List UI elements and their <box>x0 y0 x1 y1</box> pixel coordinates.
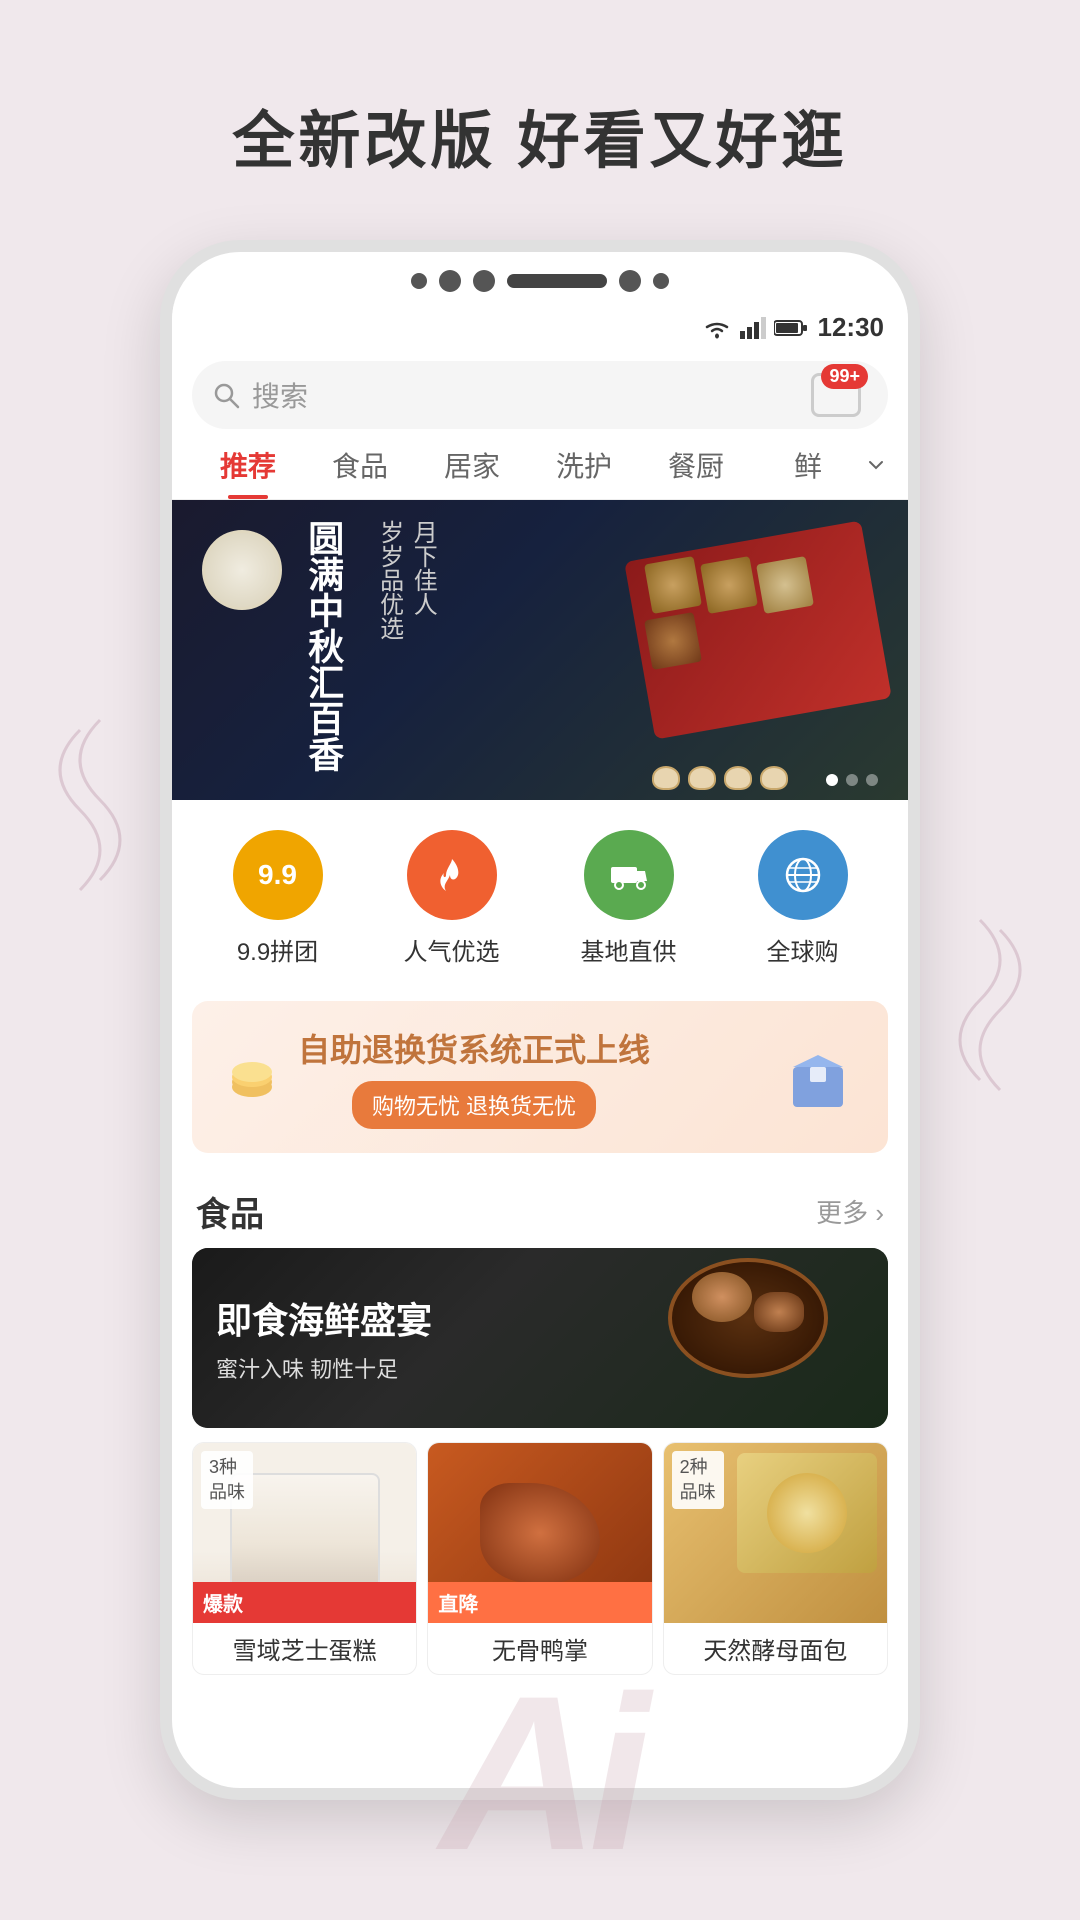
promo-main-text: 自助退换货系统正式上线 <box>298 1025 650 1071</box>
quick-label-global: 全球购 <box>767 932 839 967</box>
quick-icon-99: 9.9 <box>233 830 323 920</box>
box-icon <box>778 1037 858 1117</box>
quick-label-direct: 基地直供 <box>581 932 677 967</box>
product-name-duck: 无骨鸭掌 <box>428 1623 651 1674</box>
status-icons <box>702 317 808 339</box>
quick-item-global[interactable]: 全球购 <box>758 830 848 967</box>
nav-tabs: 推荐 食品 居家 洗护 餐厨 鲜 <box>172 429 908 500</box>
tab-wash[interactable]: 洗护 <box>528 445 640 499</box>
coins-icon <box>222 1047 282 1107</box>
seafood-bowl <box>648 1258 848 1418</box>
dot2 <box>439 270 461 292</box>
product-badge-hot: 爆款 <box>193 1582 416 1623</box>
banner-moon <box>202 530 282 610</box>
phone-screen: 12:30 搜索 99+ 推荐 食品 居家 洗护 餐厨 鲜 <box>172 304 908 1689</box>
main-banner[interactable]: 圆满中秋汇百香 月下佳人 岁岁品优选 <box>172 500 908 800</box>
quick-label-99: 9.9拼团 <box>237 932 318 967</box>
page-title: 全新改版 好看又好逛 <box>0 0 1080 240</box>
dot3 <box>473 270 495 292</box>
product-badge-sale: 直降 <box>428 1582 651 1623</box>
search-bar[interactable]: 搜索 99+ <box>192 361 888 429</box>
status-bar: 12:30 <box>172 304 908 351</box>
time-display: 12:30 <box>818 312 885 343</box>
tab-fresh[interactable]: 鲜 <box>752 445 864 499</box>
banner-dot-3[interactable] <box>866 774 878 786</box>
promo-left: 自助退换货系统正式上线 购物无忧 退换货无忧 <box>222 1025 650 1129</box>
product-img-duck: 直降 <box>428 1443 651 1623</box>
dot4 <box>619 270 641 292</box>
food-banner-title: 即食海鲜盛宴 <box>216 1292 432 1344</box>
food-banner-text-block: 即食海鲜盛宴 蜜汁入味 韧性十足 <box>216 1292 432 1384</box>
food-banner-sub: 蜜汁入味 韧性十足 <box>216 1352 432 1384</box>
product-name-bread: 天然酵母面包 <box>664 1623 887 1674</box>
product-card-bread[interactable]: 2种品味 天然酵母面包 <box>663 1442 888 1675</box>
message-badge[interactable]: 99+ <box>804 363 868 427</box>
search-icon <box>212 381 240 409</box>
message-icon: 99+ <box>811 373 861 417</box>
quick-item-popular[interactable]: 人气优选 <box>404 830 500 967</box>
food-section-title: 食品 <box>196 1187 264 1236</box>
tab-food[interactable]: 食品 <box>304 445 416 499</box>
product-img-bread: 2种品味 <box>664 1443 887 1623</box>
promo-tag: 购物无忧 退换货无忧 <box>352 1081 596 1129</box>
dot-bar <box>507 274 607 288</box>
banner-dots <box>826 774 878 786</box>
product-img-cake: 3种品味 爆款 <box>193 1443 416 1623</box>
badge-count: 99+ <box>821 364 868 389</box>
product-name-cake: 雪域芝士蛋糕 <box>193 1623 416 1674</box>
food-banner[interactable]: 即食海鲜盛宴 蜜汁入味 韧性十足 <box>192 1248 888 1428</box>
banner-title-text: 圆满中秋汇百香 <box>302 520 345 772</box>
quick-item-group[interactable]: 9.9 9.9拼团 <box>233 830 323 967</box>
quick-icon-globe <box>758 830 848 920</box>
food-banner-bg: 即食海鲜盛宴 蜜汁入味 韧性十足 <box>192 1248 888 1428</box>
product-card-duck[interactable]: 直降 无骨鸭掌 <box>427 1442 652 1675</box>
product-card-cake[interactable]: 3种品味 爆款 雪域芝士蛋糕 <box>192 1442 417 1675</box>
variety-label-cake: 3种品味 <box>201 1451 253 1509</box>
nav-more-button[interactable] <box>864 453 888 491</box>
dot1 <box>411 273 427 289</box>
promo-text-block: 自助退换货系统正式上线 购物无忧 退换货无忧 <box>298 1025 650 1129</box>
banner-subtitle: 月下佳人 岁岁品优选 <box>372 520 439 640</box>
tea-set <box>652 766 788 790</box>
promo-tag-row: 购物无忧 退换货无忧 <box>298 1081 650 1129</box>
quick-item-direct[interactable]: 基地直供 <box>581 830 677 967</box>
tab-home[interactable]: 居家 <box>416 445 528 499</box>
quick-icons-row: 9.9 9.9拼团 人气优选 <box>172 800 908 987</box>
tab-recommend[interactable]: 推荐 <box>192 445 304 499</box>
wifi-icon <box>702 317 732 339</box>
food-section-header: 食品 更多 › <box>172 1167 908 1248</box>
banner-background: 圆满中秋汇百香 月下佳人 岁岁品优选 <box>172 500 908 800</box>
phone-frame: 12:30 搜索 99+ 推荐 食品 居家 洗护 餐厨 鲜 <box>160 240 920 1800</box>
signal-icon <box>740 317 766 339</box>
battery-icon <box>774 319 808 337</box>
banner-dot-2[interactable] <box>846 774 858 786</box>
phone-notch <box>172 252 908 304</box>
quick-icon-truck <box>584 830 674 920</box>
search-placeholder: 搜索 <box>252 375 868 415</box>
product-grid: 3种品味 爆款 雪域芝士蛋糕 直降 无骨鸭掌 <box>172 1428 908 1689</box>
food-section-more[interactable]: 更多 › <box>816 1193 884 1230</box>
quick-icon-hot <box>407 830 497 920</box>
dot5 <box>653 273 669 289</box>
variety-label-bread: 2种品味 <box>672 1451 724 1509</box>
banner-dot-1[interactable] <box>826 774 838 786</box>
quick-label-hot: 人气优选 <box>404 932 500 967</box>
promo-banner[interactable]: 自助退换货系统正式上线 购物无忧 退换货无忧 <box>192 1001 888 1153</box>
tab-kitchen[interactable]: 餐厨 <box>640 445 752 499</box>
mooncake-box <box>628 520 888 780</box>
